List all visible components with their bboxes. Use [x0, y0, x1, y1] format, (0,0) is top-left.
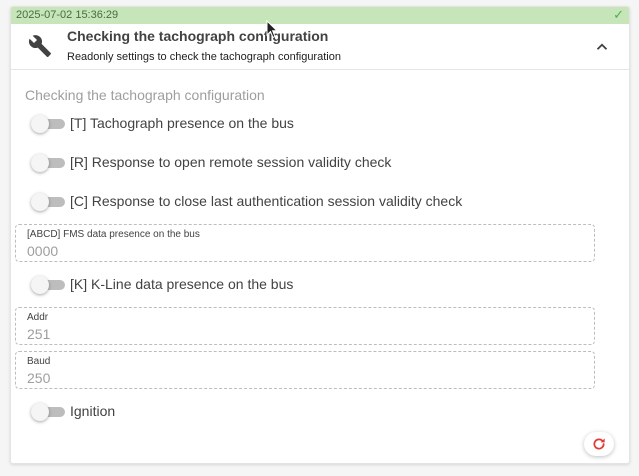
toggle-row-tachograph: [T] Tachograph presence on the bus — [31, 113, 591, 135]
addr-input[interactable] — [27, 326, 567, 342]
fms-data-label: [ABCD] FMS data presence on the bus — [27, 229, 200, 240]
chevron-up-icon[interactable] — [593, 38, 611, 56]
fms-data-field: [ABCD] FMS data presence on the bus — [15, 224, 595, 262]
toggle-row-remote-session: [R] Response to open remote session vali… — [31, 152, 591, 174]
wrench-icon — [28, 35, 51, 57]
toggle-row-auth-session: [C] Response to close last authenticatio… — [31, 191, 591, 213]
baud-label: Baud — [27, 356, 51, 367]
toggle-row-kline: [K] K-Line data presence on the bus — [31, 274, 591, 296]
check-icon: ✓ — [613, 7, 624, 22]
toggle-row-ignition: Ignition — [31, 401, 591, 423]
addr-label: Addr — [27, 312, 49, 323]
mouse-cursor-icon — [266, 20, 278, 39]
remote-session-toggle[interactable] — [31, 154, 65, 172]
toggle-thumb — [31, 115, 49, 133]
section-title: Checking the tachograph configuration — [25, 87, 265, 103]
refresh-icon — [593, 438, 605, 450]
ignition-toggle[interactable] — [31, 403, 65, 421]
status-bar: 2025-07-02 15:36:29 ✓ — [11, 7, 629, 24]
addr-field: Addr — [15, 307, 595, 345]
tachograph-presence-label: [T] Tachograph presence on the bus — [70, 115, 294, 131]
fms-data-input[interactable] — [27, 243, 567, 259]
card-subtitle: Readonly settings to check the tachograp… — [67, 51, 341, 63]
kline-presence-toggle[interactable] — [31, 276, 65, 294]
card-title: Checking the tachograph configuration — [67, 28, 329, 44]
toggle-thumb — [31, 154, 49, 172]
baud-input[interactable] — [27, 370, 567, 386]
ignition-label: Ignition — [70, 403, 116, 419]
card-header[interactable]: Checking the tachograph configuration Re… — [11, 24, 629, 70]
status-timestamp: 2025-07-02 15:36:29 — [16, 9, 119, 21]
toggle-thumb — [31, 193, 49, 211]
tachograph-config-card: 2025-07-02 15:36:29 ✓ Checking the tacho… — [10, 6, 630, 464]
tachograph-presence-toggle[interactable] — [31, 115, 65, 133]
auth-session-toggle[interactable] — [31, 193, 65, 211]
toggle-thumb — [31, 276, 49, 294]
kline-presence-label: [K] K-Line data presence on the bus — [70, 276, 294, 292]
reset-button[interactable] — [584, 432, 614, 456]
toggle-thumb — [31, 403, 49, 421]
baud-field: Baud — [15, 351, 595, 389]
auth-session-label: [C] Response to close last authenticatio… — [70, 193, 463, 209]
remote-session-label: [R] Response to open remote session vali… — [70, 154, 392, 170]
